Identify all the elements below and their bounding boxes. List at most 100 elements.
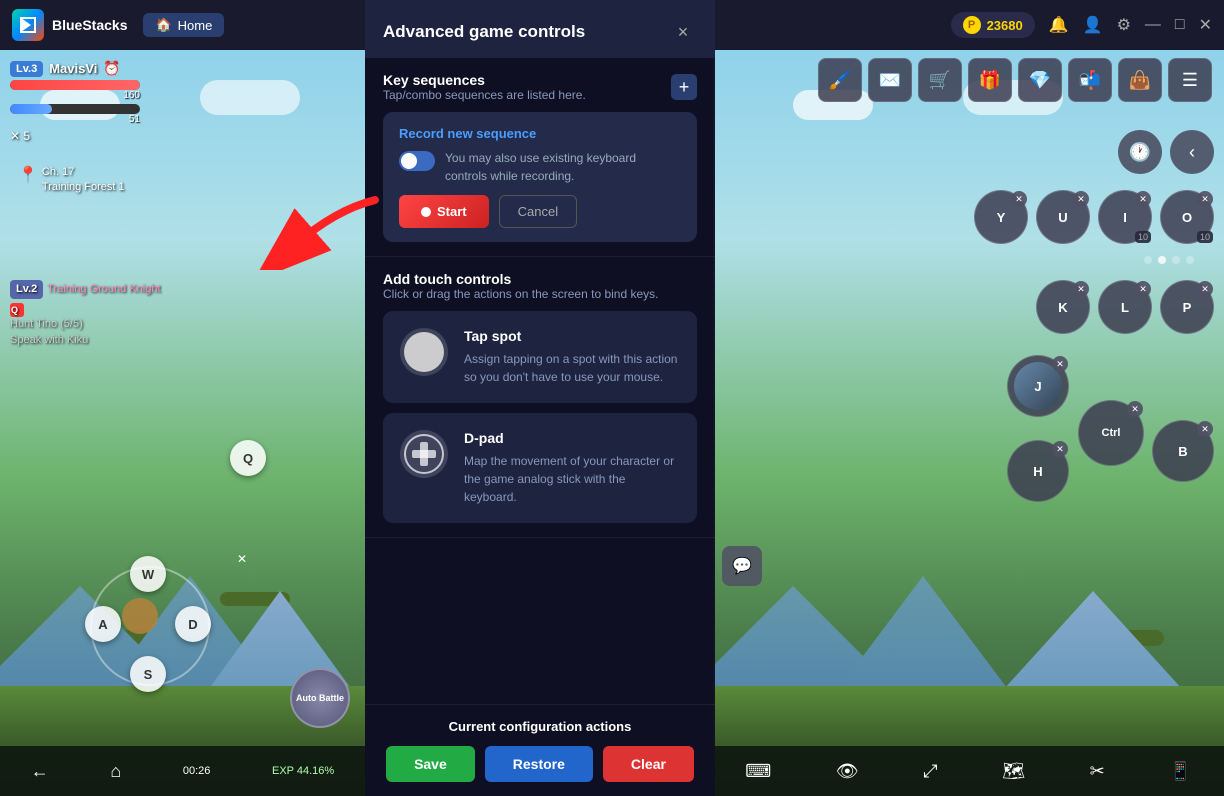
- phone-icon-btn[interactable]: 📱: [1169, 761, 1191, 782]
- back-icon-btn[interactable]: ‹: [1170, 130, 1214, 174]
- auto-battle-label: Auto Battle: [296, 693, 344, 703]
- close-icon[interactable]: ✕: [1199, 15, 1212, 35]
- dpad-title: D-pad: [464, 430, 680, 446]
- restore-button[interactable]: Restore: [485, 746, 593, 782]
- config-actions-section: Current configuration actions Save Resto…: [365, 704, 715, 796]
- toggle-knob: [401, 153, 417, 169]
- a-key[interactable]: A: [85, 606, 121, 642]
- start-button[interactable]: Start: [399, 195, 489, 228]
- dpad-card[interactable]: D-pad Map the movement of your character…: [383, 413, 697, 523]
- taskbar-right: P 23680 🔔 👤 ⚙ — □ ✕: [951, 12, 1224, 38]
- bag-icon-btn[interactable]: 👜: [1118, 58, 1162, 102]
- settings-icon[interactable]: ⚙: [1117, 15, 1131, 35]
- section-header: Key sequences Tap/combo sequences are li…: [383, 72, 697, 102]
- player-name: MavisVi: [49, 61, 97, 76]
- p-key-btn[interactable]: P ✕: [1160, 280, 1214, 334]
- gift-icon-btn[interactable]: 🎁: [968, 58, 1012, 102]
- mp-value: 51: [10, 114, 140, 125]
- clear-button[interactable]: Clear: [603, 746, 694, 782]
- wasd-close[interactable]: ✕: [237, 552, 247, 566]
- y-key-btn[interactable]: Y ✕: [974, 190, 1028, 244]
- bottom-bar-left: ← ⌂ 00:26 EXP 44.16%: [0, 746, 365, 796]
- touch-controls-section: Add touch controls Click or drag the act…: [365, 257, 715, 538]
- modal-close-button[interactable]: ×: [669, 18, 697, 46]
- modal-overlay: Advanced game controls × Key sequences T…: [365, 0, 715, 796]
- envelope-icon-btn[interactable]: 📬: [1068, 58, 1112, 102]
- back-nav-icon[interactable]: ←: [31, 761, 49, 782]
- hp-bar: [10, 80, 140, 90]
- recording-toggle[interactable]: [399, 151, 435, 171]
- cancel-button[interactable]: Cancel: [499, 195, 577, 228]
- menu-icon-btn[interactable]: ☰: [1168, 58, 1212, 102]
- mp-fill: [10, 104, 52, 114]
- d-key[interactable]: D: [175, 606, 211, 642]
- key-sequences-section: Key sequences Tap/combo sequences are li…: [365, 58, 715, 257]
- record-btn-row: Start Cancel: [399, 195, 681, 228]
- map-icon-btn[interactable]: 🗺: [1002, 761, 1025, 782]
- w-key[interactable]: W: [130, 556, 166, 592]
- dpad-text: D-pad Map the movement of your character…: [464, 430, 680, 506]
- expand-icon-btn[interactable]: ⤢: [923, 761, 937, 782]
- q-key-container: Q: [230, 440, 266, 476]
- mp-bar: [10, 104, 140, 114]
- toggle-description: You may also use existing keyboard contr…: [445, 149, 681, 185]
- b-key-btn[interactable]: B ✕: [1152, 420, 1214, 482]
- add-sequence-button[interactable]: +: [671, 74, 697, 100]
- cart-icon-btn[interactable]: 🛒: [918, 58, 962, 102]
- l-key-btn[interactable]: L ✕: [1098, 280, 1152, 334]
- dpad-description: Map the movement of your character or th…: [464, 452, 680, 506]
- home-label: Home: [178, 18, 213, 33]
- dot-1: [1144, 256, 1152, 264]
- start-dot-icon: [421, 207, 431, 217]
- mail-icon-btn[interactable]: ✉️: [868, 58, 912, 102]
- coin-amount: 23680: [987, 18, 1023, 33]
- keyboard-icon-btn[interactable]: ⌨: [745, 761, 771, 782]
- maximize-icon[interactable]: □: [1175, 16, 1185, 34]
- dpad-icon-container: [400, 430, 448, 478]
- modal-body[interactable]: Key sequences Tap/combo sequences are li…: [365, 58, 715, 704]
- o-key-btn[interactable]: O ✕ 10: [1160, 190, 1214, 244]
- modal-title: Advanced game controls: [383, 22, 585, 42]
- k-key-btn[interactable]: K ✕: [1036, 280, 1090, 334]
- scissors-icon-btn[interactable]: ✂: [1090, 761, 1105, 782]
- dpad-circle-icon: [404, 434, 444, 474]
- avatar-icon[interactable]: 👤: [1083, 15, 1103, 35]
- eye-icon-btn[interactable]: 👁: [836, 761, 859, 782]
- j-x-badge: ✕: [1052, 356, 1068, 372]
- ctrl-key-btn[interactable]: Ctrl ✕: [1078, 400, 1144, 466]
- quest-item: Lv.2 Training Ground Knight Q Hunt Tino …: [10, 280, 161, 348]
- home-tab[interactable]: 🏠 Home: [143, 13, 224, 37]
- area: Training Forest 1: [42, 180, 125, 195]
- auto-battle-button[interactable]: Auto Battle: [290, 668, 350, 728]
- i-key-btn[interactable]: I ✕ 10: [1098, 190, 1152, 244]
- start-label: Start: [437, 204, 467, 219]
- minimize-icon[interactable]: —: [1145, 16, 1161, 34]
- q-icon: Q: [10, 303, 24, 317]
- tap-spot-description: Assign tapping on a spot with this actio…: [464, 350, 680, 386]
- gem-icon-btn[interactable]: 💎: [1018, 58, 1062, 102]
- clock-icon: 🕐: [1129, 142, 1151, 163]
- config-buttons: Save Restore Clear: [383, 746, 697, 782]
- dot-3: [1172, 256, 1180, 264]
- chat-icon-btn[interactable]: 💬: [722, 546, 762, 586]
- config-title: Current configuration actions: [383, 719, 697, 734]
- home-nav-icon[interactable]: ⌂: [110, 761, 121, 782]
- paint-icon-btn[interactable]: 🖌️: [818, 58, 862, 102]
- touch-controls-title: Add touch controls: [383, 271, 697, 287]
- bell-icon[interactable]: 🔔: [1049, 15, 1069, 35]
- tap-spot-title: Tap spot: [464, 328, 680, 344]
- tap-spot-card[interactable]: Tap spot Assign tapping on a spot with t…: [383, 311, 697, 403]
- s-key[interactable]: S: [130, 656, 166, 692]
- record-new-sequence-link[interactable]: Record new sequence: [399, 126, 681, 141]
- u-key-btn[interactable]: U ✕: [1036, 190, 1090, 244]
- pin-icon: 📍: [18, 165, 38, 185]
- location-info: 📍 Ch. 17 Training Forest 1: [18, 165, 125, 196]
- q-key[interactable]: Q: [230, 440, 266, 476]
- hp-fill: [10, 80, 140, 90]
- toggle-row: You may also use existing keyboard contr…: [399, 149, 681, 185]
- j-key-btn[interactable]: J ✕: [1007, 355, 1069, 417]
- location-text: Ch. 17 Training Forest 1: [42, 165, 125, 196]
- save-button[interactable]: Save: [386, 746, 475, 782]
- clock-icon-btn[interactable]: 🕐: [1118, 130, 1162, 174]
- h-key-btn[interactable]: H ✕: [1007, 440, 1069, 502]
